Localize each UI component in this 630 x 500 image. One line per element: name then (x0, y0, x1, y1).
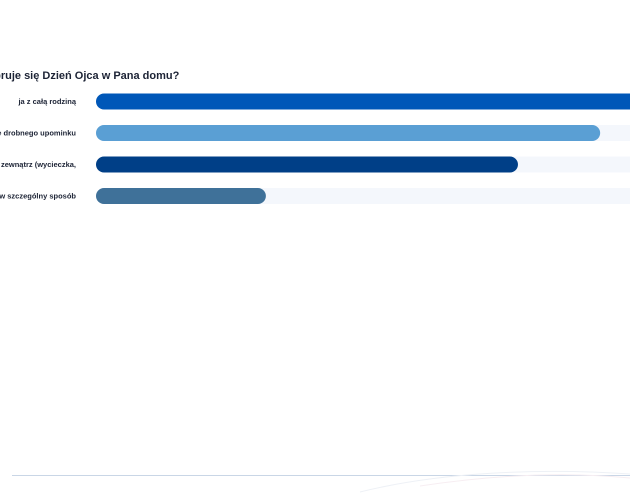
bar (96, 125, 601, 141)
bar (96, 93, 630, 110)
chart-page: ebruje się Dzień Ojca w Pana domu? ja z … (0, 0, 630, 500)
bar (96, 188, 266, 204)
category-label: w szczególny sposób (0, 192, 76, 201)
bar (96, 156, 518, 173)
bar-chart: ja z całą rodziną ie drobnego upominku na … (0, 93, 630, 204)
category-label: na zewnątrz (wycieczka, (0, 160, 76, 169)
footer-decoration (359, 470, 630, 493)
category-label: ja z całą rodziną (17, 97, 76, 106)
category-label: ie drobnego upominku (0, 129, 76, 138)
